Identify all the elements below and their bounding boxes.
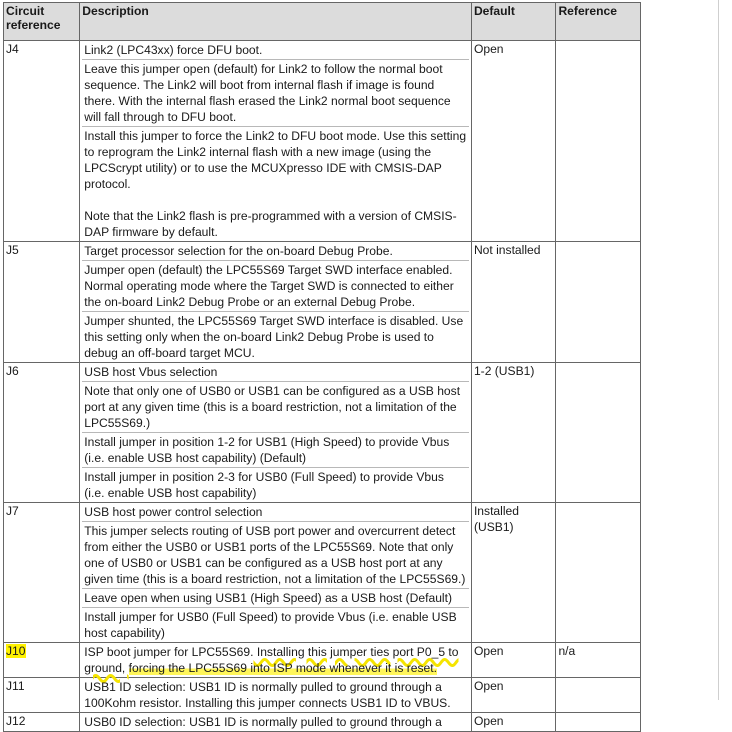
description-line: Note that the Link2 flash is pre-program… bbox=[84, 209, 457, 239]
highlighted-text: forcing the LPC55S69 into ISP mode whene… bbox=[128, 661, 437, 675]
description-line: Leave this jumper open (default) for Lin… bbox=[82, 59, 469, 126]
header-reference: Reference bbox=[555, 2, 641, 41]
cell-reference bbox=[555, 712, 641, 732]
cell-default: Open bbox=[470, 40, 557, 242]
page-edge-rule bbox=[718, 0, 719, 700]
cell-default: Open bbox=[470, 642, 557, 678]
cell-description: USB1 ID selection: USB1 ID is normally p… bbox=[79, 677, 472, 713]
description-line: ISP boot jumper for LPC55S69. Installing… bbox=[82, 643, 469, 677]
description-line: This jumper selects routing of USB port … bbox=[82, 521, 469, 588]
highlighted-reference: J10 bbox=[6, 644, 26, 658]
cell-reference bbox=[555, 241, 641, 363]
cell-circuit-reference: J4 bbox=[2, 40, 81, 242]
description-line: USB1 ID selection: USB1 ID is normally p… bbox=[84, 680, 451, 710]
header-description: Description bbox=[79, 2, 472, 41]
description-line: USB0 ID selection: USB1 ID is normally p… bbox=[84, 715, 442, 729]
cell-default: 1-2 (USB1) bbox=[470, 362, 557, 503]
table-row: J6 USB host Vbus selection Note that onl… bbox=[2, 362, 641, 503]
table-row: J5 Target processor selection for the on… bbox=[2, 241, 641, 363]
cell-description: Link2 (LPC43xx) force DFU boot. Leave th… bbox=[79, 40, 472, 242]
description-text: ISP boot jumper for LPC55S69. bbox=[84, 645, 254, 659]
cell-circuit-reference: J7 bbox=[2, 502, 81, 643]
description-line: Jumper shunted, the LPC55S69 Target SWD … bbox=[82, 311, 469, 362]
table-row: J7 USB host power control selection This… bbox=[2, 502, 641, 643]
table-row: J4 Link2 (LPC43xx) force DFU boot. Leave… bbox=[2, 40, 641, 242]
description-line: USB host Vbus selection bbox=[84, 365, 218, 379]
description-line: Install jumper in position 2-3 for USB0 … bbox=[82, 467, 469, 502]
description-line: Install this jumper to force the Link2 t… bbox=[82, 126, 469, 193]
cell-circuit-reference: J11 bbox=[2, 677, 81, 713]
cell-description: USB host Vbus selection Note that only o… bbox=[79, 362, 472, 503]
cell-default: Open bbox=[470, 712, 557, 732]
cell-default: Not installed bbox=[470, 241, 557, 363]
description-line: Install jumper for USB0 (Full Speed) to … bbox=[82, 607, 469, 642]
cell-circuit-reference: J10 bbox=[2, 642, 81, 678]
cell-reference bbox=[555, 677, 641, 713]
cell-description: USB0 ID selection: USB1 ID is normally p… bbox=[79, 712, 472, 732]
table-header-row: Circuit reference Description Default Re… bbox=[2, 2, 641, 41]
cell-reference bbox=[555, 362, 641, 503]
description-line: Jumper open (default) the LPC55S69 Targe… bbox=[82, 260, 469, 311]
jumper-settings-table: Circuit reference Description Default Re… bbox=[2, 2, 641, 732]
description-line: USB host power control selection bbox=[84, 505, 263, 519]
cell-reference bbox=[555, 502, 641, 643]
table-row: J12 USB0 ID selection: USB1 ID is normal… bbox=[2, 712, 641, 732]
cell-default: Open bbox=[470, 677, 557, 713]
cell-description: USB host power control selection This ju… bbox=[79, 502, 472, 643]
cell-default: Installed (USB1) bbox=[470, 502, 557, 643]
cell-circuit-reference: J12 bbox=[2, 712, 81, 732]
description-line: Leave open when using USB1 (High Speed) … bbox=[82, 588, 469, 607]
description-line: Link2 (LPC43xx) force DFU boot. bbox=[84, 43, 263, 57]
cell-reference bbox=[555, 40, 641, 242]
table-row: J11 USB1 ID selection: USB1 ID is normal… bbox=[2, 677, 641, 713]
description-line: Install jumper in position 1-2 for USB1 … bbox=[82, 432, 469, 467]
header-default: Default bbox=[470, 2, 557, 41]
cell-circuit-reference: J6 bbox=[2, 362, 81, 503]
cell-reference: n/a bbox=[555, 642, 641, 678]
description-line: Note that only one of USB0 or USB1 can b… bbox=[82, 381, 469, 432]
table-row: J10 ISP boot jumper for LPC55S69. Instal… bbox=[2, 642, 641, 678]
header-circuit-reference: Circuit reference bbox=[2, 2, 81, 41]
cell-circuit-reference: J5 bbox=[2, 241, 81, 363]
description-line: Target processor selection for the on-bo… bbox=[84, 244, 393, 258]
cell-description: Target processor selection for the on-bo… bbox=[79, 241, 472, 363]
cell-description: ISP boot jumper for LPC55S69. Installing… bbox=[79, 642, 472, 678]
